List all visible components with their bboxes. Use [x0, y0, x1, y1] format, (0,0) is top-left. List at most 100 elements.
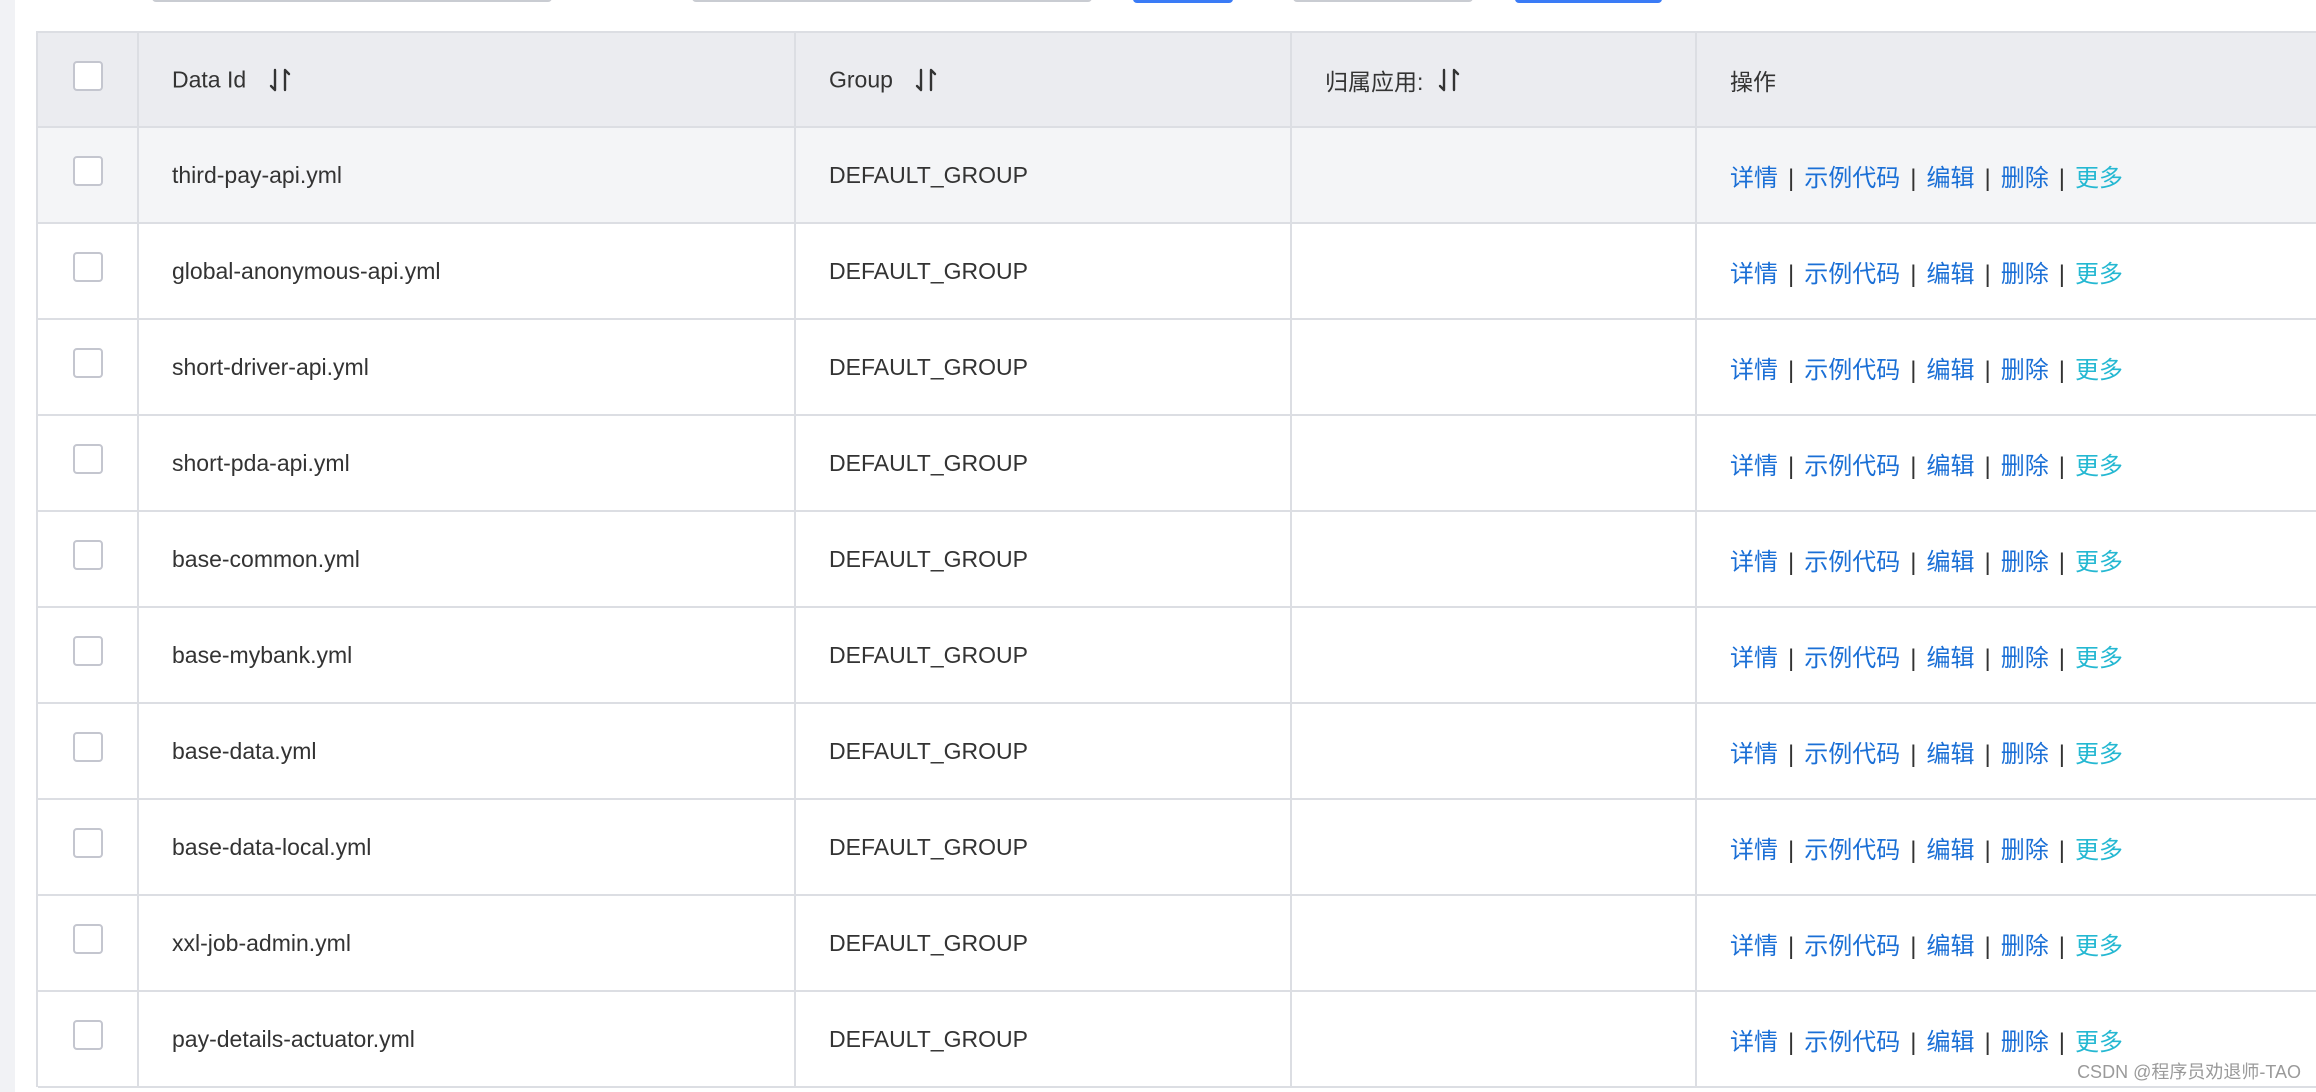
delete-link[interactable]: 删除	[2001, 933, 2049, 960]
actions-cell: 详情 | 示例代码 | 编辑 | 删除 | 更多	[1696, 607, 2316, 704]
detail-link[interactable]: 详情	[1730, 933, 1778, 960]
more-link[interactable]: 更多	[2075, 837, 2123, 864]
row-check-cell	[38, 127, 139, 224]
group-cell: DEFAULT_GROUP	[795, 415, 1292, 512]
detail-link[interactable]: 详情	[1730, 1029, 1778, 1056]
action-separator: |	[1788, 932, 1795, 960]
more-link[interactable]: 更多	[2075, 1029, 2123, 1056]
group-cell: DEFAULT_GROUP	[795, 703, 1292, 800]
row-checkbox[interactable]	[72, 156, 103, 186]
row-checkbox[interactable]	[72, 540, 103, 570]
row-checkbox[interactable]	[72, 252, 103, 282]
sample-code-link[interactable]: 示例代码	[1804, 549, 1900, 576]
delete-link[interactable]: 删除	[2001, 837, 2049, 864]
sample-code-link[interactable]: 示例代码	[1804, 645, 1900, 672]
row-checkbox[interactable]	[72, 444, 103, 474]
advanced-query-select[interactable]	[1293, 0, 1473, 2]
more-link[interactable]: 更多	[2075, 165, 2123, 192]
select-all-checkbox[interactable]	[72, 60, 103, 91]
sample-code-link[interactable]: 示例代码	[1804, 1029, 1900, 1056]
more-link[interactable]: 更多	[2075, 741, 2123, 768]
column-label-ops: 操作	[1730, 68, 1776, 95]
group-cell: DEFAULT_GROUP	[795, 511, 1292, 608]
delete-link[interactable]: 删除	[2001, 357, 2049, 384]
sort-icon[interactable]	[915, 67, 937, 93]
edit-link[interactable]: 编辑	[1926, 741, 1974, 768]
more-link[interactable]: 更多	[2075, 357, 2123, 384]
delete-link[interactable]: 删除	[2001, 549, 2049, 576]
action-separator: |	[1788, 452, 1795, 480]
row-checkbox[interactable]	[72, 828, 103, 858]
delete-link[interactable]: 删除	[2001, 1029, 2049, 1056]
delete-link[interactable]: 删除	[2001, 453, 2049, 480]
detail-link[interactable]: 详情	[1730, 741, 1778, 768]
edit-link[interactable]: 编辑	[1926, 1029, 1974, 1056]
action-separator: |	[2058, 260, 2065, 288]
more-link[interactable]: 更多	[2075, 261, 2123, 288]
sample-code-link[interactable]: 示例代码	[1804, 357, 1900, 384]
detail-link[interactable]: 详情	[1730, 357, 1778, 384]
delete-link[interactable]: 删除	[2001, 645, 2049, 672]
more-link[interactable]: 更多	[2075, 645, 2123, 672]
sample-code-link[interactable]: 示例代码	[1804, 837, 1900, 864]
more-link[interactable]: 更多	[2075, 933, 2123, 960]
group-cell: DEFAULT_GROUP	[795, 127, 1292, 224]
detail-link[interactable]: 详情	[1730, 645, 1778, 672]
row-checkbox[interactable]	[72, 924, 103, 954]
edit-link[interactable]: 编辑	[1926, 933, 1974, 960]
edit-link[interactable]: 编辑	[1926, 357, 1974, 384]
data-id-cell: base-data.yml	[138, 703, 796, 800]
detail-link[interactable]: 详情	[1730, 453, 1778, 480]
action-separator: |	[1788, 260, 1795, 288]
actions-cell: 详情 | 示例代码 | 编辑 | 删除 | 更多	[1696, 895, 2316, 992]
group-search-input[interactable]	[692, 0, 1092, 2]
app-cell	[1291, 223, 1697, 320]
action-separator: |	[2058, 356, 2065, 384]
sort-icon[interactable]	[1438, 67, 1460, 93]
delete-link[interactable]: 删除	[2001, 741, 2049, 768]
sort-icon[interactable]	[269, 67, 291, 93]
action-separator: |	[1788, 1028, 1795, 1056]
edit-link[interactable]: 编辑	[1926, 837, 1974, 864]
action-separator: |	[1984, 932, 1991, 960]
more-link[interactable]: 更多	[2075, 549, 2123, 576]
app-cell	[1291, 895, 1697, 992]
sample-code-link[interactable]: 示例代码	[1804, 453, 1900, 480]
row-checkbox[interactable]	[72, 1020, 103, 1050]
action-separator: |	[1910, 356, 1917, 384]
watermark: CSDN @程序员劝退师-TAO	[2077, 1062, 2301, 1082]
data-id-search-input[interactable]	[152, 0, 552, 2]
action-separator: |	[1910, 452, 1917, 480]
sample-code-link[interactable]: 示例代码	[1804, 741, 1900, 768]
row-checkbox[interactable]	[72, 732, 103, 762]
edit-link[interactable]: 编辑	[1926, 453, 1974, 480]
action-separator: |	[1910, 260, 1917, 288]
import-config-button[interactable]	[1515, 0, 1662, 3]
edit-link[interactable]: 编辑	[1926, 165, 1974, 192]
delete-link[interactable]: 删除	[2001, 165, 2049, 192]
actions-cell: 详情 | 示例代码 | 编辑 | 删除 | 更多	[1696, 511, 2316, 608]
more-link[interactable]: 更多	[2075, 453, 2123, 480]
edit-link[interactable]: 编辑	[1926, 645, 1974, 672]
sample-code-link[interactable]: 示例代码	[1804, 261, 1900, 288]
detail-link[interactable]: 详情	[1730, 165, 1778, 192]
detail-link[interactable]: 详情	[1730, 261, 1778, 288]
action-separator: |	[1984, 452, 1991, 480]
sample-code-link[interactable]: 示例代码	[1804, 165, 1900, 192]
row-checkbox[interactable]	[72, 636, 103, 666]
edit-link[interactable]: 编辑	[1926, 549, 1974, 576]
config-list-page: Data Id Group 归属应用: 操作 third-pay-api.yml…	[0, 0, 2316, 1092]
action-separator: |	[1984, 356, 1991, 384]
table-row: xxl-job-admin.yml DEFAULT_GROUP 详情 | 示例代码 | 编辑…	[38, 895, 2316, 992]
row-checkbox[interactable]	[72, 348, 103, 378]
query-button[interactable]	[1133, 0, 1233, 3]
detail-link[interactable]: 详情	[1730, 837, 1778, 864]
action-separator: |	[1984, 644, 1991, 672]
action-separator: |	[1984, 164, 1991, 192]
row-check-cell	[38, 991, 139, 1088]
action-separator: |	[1910, 548, 1917, 576]
sample-code-link[interactable]: 示例代码	[1804, 933, 1900, 960]
edit-link[interactable]: 编辑	[1926, 261, 1974, 288]
delete-link[interactable]: 删除	[2001, 261, 2049, 288]
detail-link[interactable]: 详情	[1730, 549, 1778, 576]
